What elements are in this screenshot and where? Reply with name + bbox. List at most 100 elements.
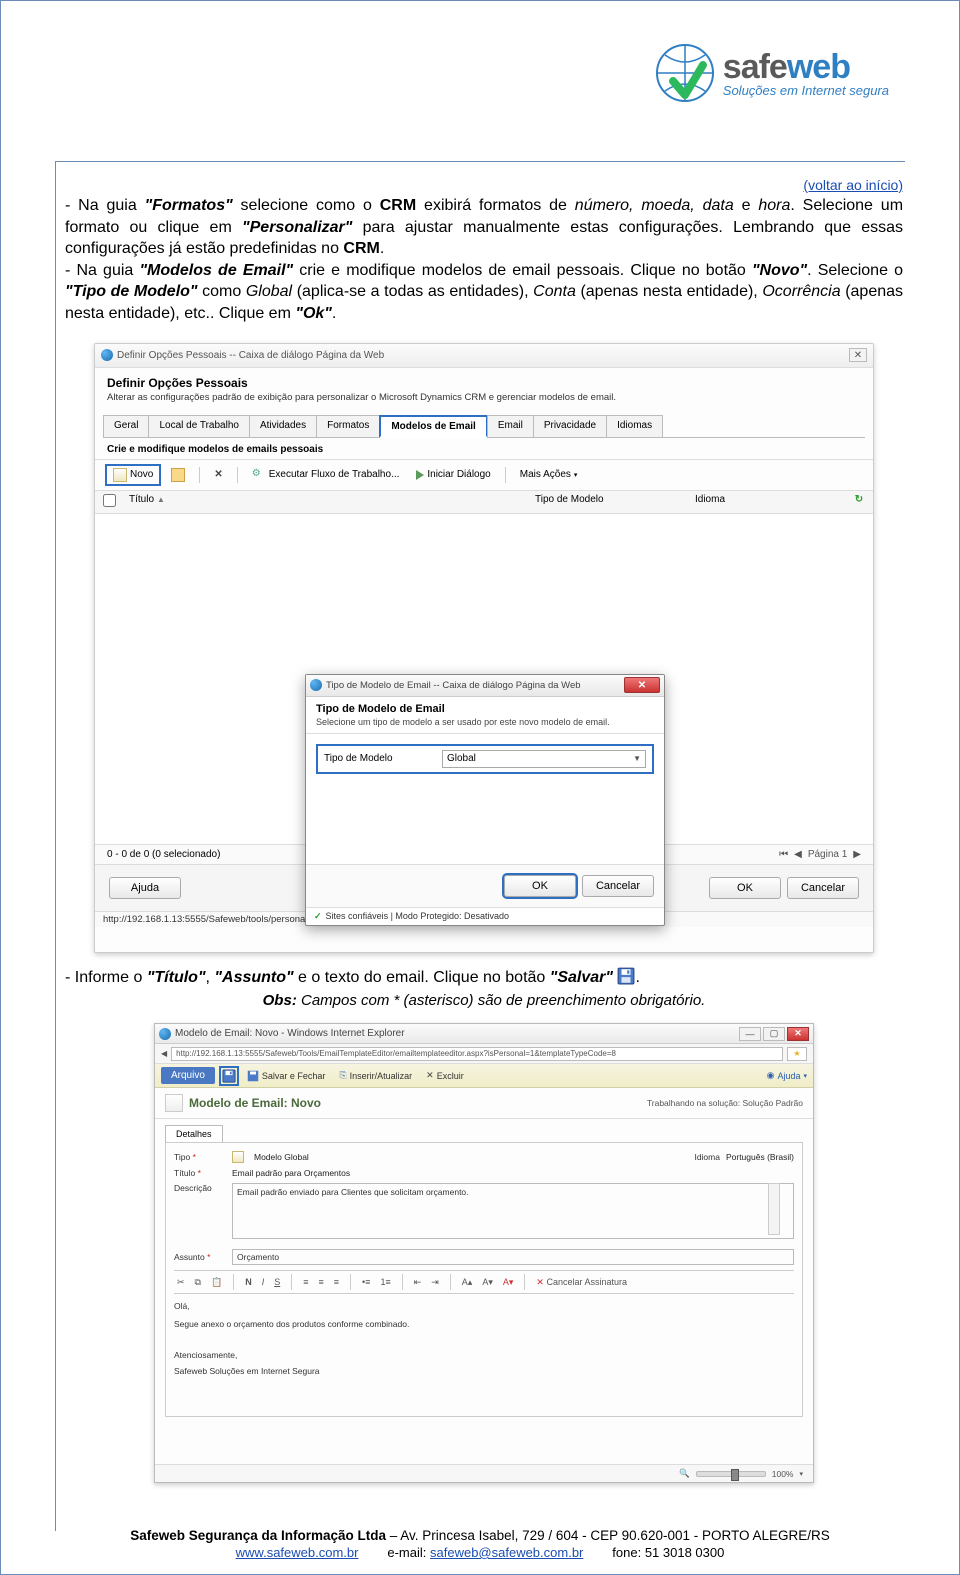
screenshot-options-dialog: Definir Opções Pessoais -- Caixa de diál… <box>94 343 874 953</box>
favorites-icon[interactable]: ★ <box>787 1047 807 1061</box>
modal-window-title: Tipo de Modelo de Email -- Caixa de diál… <box>326 680 581 691</box>
list-bullets-icon[interactable]: •≡ <box>359 1277 373 1287</box>
ok-button[interactable]: OK <box>504 875 576 897</box>
save-close-button[interactable]: Salvar e Fechar <box>243 1068 330 1084</box>
assunto-input[interactable]: Orçamento <box>232 1249 794 1265</box>
dialog-button[interactable]: Iniciar Diálogo <box>409 466 497 483</box>
template-type-icon <box>232 1151 244 1163</box>
font-color-icon[interactable]: A▾ <box>500 1277 517 1288</box>
delete-button[interactable]: ✕ Excluir <box>422 1068 468 1083</box>
window-title: Modelo de Email: Novo - Windows Internet… <box>175 1028 405 1039</box>
scrollbar[interactable] <box>768 1183 780 1235</box>
list-header: Título▲ Tipo de Modelo Idioma ↻ <box>95 491 873 514</box>
page-prev-icon[interactable]: ◀ <box>794 849 802 860</box>
page-next-icon[interactable]: ▶ <box>853 849 861 860</box>
maximize-icon[interactable]: ▢ <box>763 1027 785 1041</box>
indent-icon[interactable]: ⇥ <box>428 1277 442 1288</box>
align-center-icon[interactable]: ≡ <box>316 1277 327 1287</box>
logo-name: safeweb <box>723 48 850 87</box>
gear-icon: ⚙ <box>252 468 266 482</box>
more-actions[interactable]: Mais Ações ▾ <box>513 466 585 483</box>
close-icon[interactable]: ✕ <box>624 677 660 693</box>
workflow-button[interactable]: ⚙Executar Fluxo de Trabalho... <box>245 465 407 485</box>
paste-icon[interactable]: 📋 <box>208 1277 225 1288</box>
align-right-icon[interactable]: ≡ <box>331 1277 342 1287</box>
zoom-slider[interactable] <box>696 1471 766 1477</box>
page-first-icon[interactable]: ⏮ <box>779 849 788 860</box>
cancel-signature-button[interactable]: ✕ Cancelar Assinatura <box>533 1277 630 1288</box>
font-size-down-icon[interactable]: A▾ <box>479 1277 496 1288</box>
file-menu[interactable]: Arquivo <box>161 1067 215 1084</box>
form-body: Tipo * Modelo Global Idioma Português (B… <box>165 1142 803 1417</box>
modal-subtext: Selecione um tipo de modelo a ser usado … <box>316 717 654 727</box>
tab-strip: Geral Local de Trabalho Atividades Forma… <box>103 415 865 438</box>
record-count: 0 - 0 de 0 (0 selecionado) <box>107 849 220 860</box>
col-titulo[interactable]: Título▲ <box>123 494 535 510</box>
new-icon <box>113 468 127 482</box>
zoom-out-icon[interactable]: 🔍 <box>679 1468 690 1479</box>
copy-icon[interactable]: ⧉ <box>192 1277 204 1288</box>
list-numbers-icon[interactable]: 1≡ <box>377 1277 393 1287</box>
x-icon: ✕ <box>426 1070 434 1081</box>
save-icon <box>617 967 635 985</box>
site-link[interactable]: www.safeweb.com.br <box>236 1545 359 1560</box>
cut-icon[interactable]: ✂ <box>174 1277 188 1288</box>
tab-privacidade[interactable]: Privacidade <box>533 415 607 437</box>
ie-icon <box>159 1028 171 1040</box>
novo-button[interactable]: Novo <box>105 464 161 486</box>
help-icon: ◉ <box>767 1070 775 1081</box>
tab-formatos[interactable]: Formatos <box>316 415 380 437</box>
save-button[interactable] <box>221 1068 237 1084</box>
tab-modelos-email[interactable]: Modelos de Email <box>379 415 487 438</box>
tab-geral[interactable]: Geral <box>103 415 149 437</box>
tab-idiomas[interactable]: Idiomas <box>606 415 663 437</box>
rich-text-toolbar: ✂ ⧉ 📋 N I S ≡ ≡ ≡ •≡ 1≡ ⇤ ⇥ <box>174 1270 794 1294</box>
back-to-top-link[interactable]: (voltar ao início) <box>65 177 903 193</box>
play-icon <box>416 470 424 480</box>
tipo-modelo-select[interactable]: Global▼ <box>442 750 646 768</box>
bold-button[interactable]: N <box>242 1277 255 1287</box>
chevron-down-icon: ▼ <box>633 754 641 763</box>
editor-title: Modelo de Email: Novo <box>189 1096 321 1110</box>
select-all-checkbox[interactable] <box>103 494 116 507</box>
close-icon[interactable]: ✕ <box>849 348 867 362</box>
col-idioma[interactable]: Idioma <box>695 494 845 510</box>
tipo-modelo-label: Tipo de Modelo <box>324 753 434 764</box>
font-size-up-icon[interactable]: A▴ <box>459 1277 476 1288</box>
tab-detalhes[interactable]: Detalhes <box>165 1125 223 1142</box>
cancel-button[interactable]: Cancelar <box>582 875 654 897</box>
list-toolbar: Novo ✕ ⚙Executar Fluxo de Trabalho... In… <box>95 460 873 491</box>
outdent-icon[interactable]: ⇤ <box>411 1277 425 1288</box>
help-button[interactable]: Ajuda <box>109 877 181 899</box>
close-icon[interactable]: ✕ <box>787 1027 809 1041</box>
underline-button[interactable]: S <box>271 1277 283 1287</box>
section-heading: Crie e modifique modelos de emails pesso… <box>95 438 873 460</box>
folder-button[interactable] <box>164 465 192 485</box>
minimize-icon[interactable]: — <box>739 1027 761 1041</box>
tab-email[interactable]: Email <box>487 415 534 437</box>
dialog-heading: Definir Opções Pessoais <box>107 376 861 390</box>
insert-update-button[interactable]: ⎘ Inserir/Atualizar <box>335 1068 416 1083</box>
delete-button[interactable]: ✕ <box>207 466 229 483</box>
help-link[interactable]: ◉Ajuda ▾ <box>767 1070 807 1081</box>
window-title: Definir Opções Pessoais -- Caixa de diál… <box>117 350 384 361</box>
cancel-button[interactable]: Cancelar <box>787 877 859 899</box>
refresh-icon[interactable]: ↻ <box>845 494 873 510</box>
address-bar[interactable]: http://192.168.1.13:5555/Safeweb/Tools/E… <box>171 1047 783 1061</box>
list-body: Tipo de Modelo de Email -- Caixa de diál… <box>95 514 873 844</box>
titulo-input[interactable]: Email padrão para Orçamentos <box>232 1168 350 1178</box>
email-body-editor[interactable]: Olá, Segue anexo o orçamento dos produto… <box>174 1298 794 1408</box>
italic-button[interactable]: I <box>259 1277 268 1287</box>
tab-local[interactable]: Local de Trabalho <box>148 415 250 437</box>
save-icon <box>247 1070 259 1082</box>
descricao-textarea[interactable]: Email padrão enviado para Clientes que s… <box>232 1183 794 1239</box>
tab-atividades[interactable]: Atividades <box>249 415 317 437</box>
align-left-icon[interactable]: ≡ <box>300 1277 311 1287</box>
modal-status-text: Sites confiáveis | Modo Protegido: Desat… <box>326 911 509 921</box>
tipo-modelo-dialog: Tipo de Modelo de Email -- Caixa de diál… <box>305 674 665 926</box>
email-link[interactable]: safeweb@safeweb.com.br <box>430 1545 583 1560</box>
save-icon <box>222 1069 236 1083</box>
ok-button[interactable]: OK <box>709 877 781 899</box>
nav-back-icon[interactable]: ◀ <box>161 1049 167 1058</box>
col-tipo[interactable]: Tipo de Modelo <box>535 494 695 510</box>
